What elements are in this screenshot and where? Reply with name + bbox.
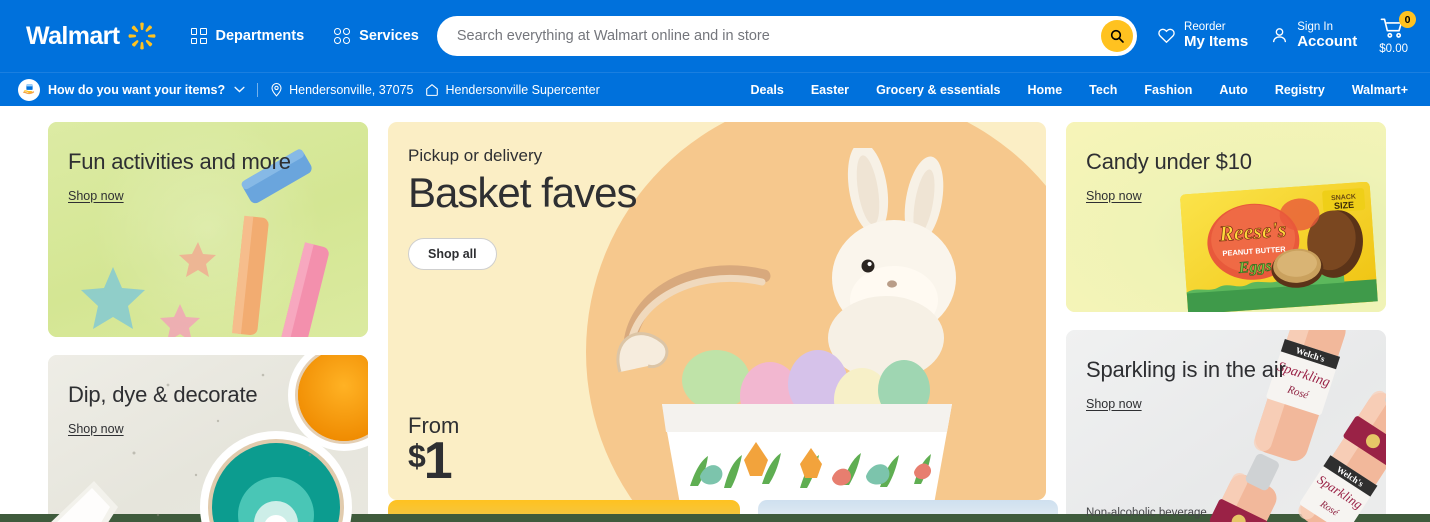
left-column: Fun activities and more Shop now Dip, dy… <box>48 122 368 522</box>
sub-nav: How do you want your items? Hendersonvil… <box>0 72 1430 106</box>
nav-services-label: Services <box>359 28 419 44</box>
nav-departments[interactable]: Departments <box>190 28 305 44</box>
hero-banner-basket-faves[interactable]: Pickup or delivery Basket faves Shop all… <box>388 122 1046 500</box>
site-header: Walmart Departments Services Search ever… <box>0 0 1430 72</box>
search-submit-button[interactable] <box>1101 20 1134 52</box>
sparkling-shop-now-link[interactable]: Shop now <box>1086 397 1142 411</box>
hero-price: $ 1 <box>408 431 459 490</box>
sparkling-disclaimer: Non-alcoholic beverage <box>1086 507 1207 520</box>
brand-wordmark: Walmart <box>26 21 120 50</box>
svg-text:Reese's: Reese's <box>1217 216 1287 246</box>
hero-price-currency: $ <box>408 437 426 474</box>
card-sparkling-is-in-the-air[interactable]: Welch's Sparkling Rosé Welch's Sparkling… <box>1066 330 1386 522</box>
search-bar[interactable] <box>436 16 1138 56</box>
location-selector[interactable]: Hendersonville, 37075 <box>270 82 413 97</box>
peek-card-yellow[interactable] <box>388 500 740 514</box>
main-content: Fun activities and more Shop now Dip, dy… <box>0 106 1430 522</box>
account-button[interactable]: Sign In Account <box>1270 21 1357 51</box>
next-row-peek <box>388 500 1386 514</box>
location-label: Hendersonville, 37075 <box>289 82 414 97</box>
hero-eyebrow: Pickup or delivery <box>408 146 543 165</box>
fun-activities-title: Fun activities and more <box>68 149 291 174</box>
nav-divider <box>257 82 259 97</box>
card-dip-dye-decorate[interactable]: Dip, dye & decorate Shop now <box>48 355 368 522</box>
card-candy-under-10[interactable]: SNACK SIZE Reese's PEANUT BUTTER Eggs Ca… <box>1066 122 1386 312</box>
dip-dye-title: Dip, dye & decorate <box>68 382 258 407</box>
nav-departments-label: Departments <box>215 28 305 44</box>
category-auto[interactable]: Auto <box>1219 83 1247 97</box>
category-easter[interactable]: Easter <box>811 83 849 97</box>
header-nav: Departments Services <box>190 28 419 44</box>
peek-card-blue[interactable] <box>758 500 1058 514</box>
category-tech[interactable]: Tech <box>1089 83 1117 97</box>
store-label: Hendersonville Supercenter <box>445 82 600 97</box>
search-icon <box>1109 28 1125 44</box>
fulfillment-selector[interactable]: How do you want your items? <box>18 78 245 101</box>
account-main-label: Account <box>1297 33 1358 51</box>
hand-package-icon <box>18 78 40 101</box>
category-deals[interactable]: Deals <box>750 83 783 97</box>
category-nav: Deals Easter Grocery & essentials Home T… <box>750 83 1408 97</box>
hero-price-value: 1 <box>423 431 453 490</box>
cart-total-label: $0.00 <box>1379 43 1408 55</box>
sparkling-title: Sparkling is in the air <box>1086 357 1286 382</box>
cart-button[interactable]: 0 $0.00 <box>1379 11 1416 55</box>
store-icon <box>425 83 439 97</box>
cart-count-badge: 0 <box>1399 11 1416 28</box>
candy-title: Candy under $10 <box>1086 149 1252 174</box>
hero-shop-all-button[interactable]: Shop all <box>408 238 497 271</box>
category-registry[interactable]: Registry <box>1275 83 1325 97</box>
pin-icon <box>270 82 283 97</box>
my-items-button[interactable]: Reorder My Items <box>1157 21 1248 51</box>
walmart-logo[interactable]: Walmart <box>26 21 157 51</box>
heart-icon <box>1157 26 1176 45</box>
walmart-spark-icon <box>127 21 157 51</box>
svg-text:Eggs: Eggs <box>1237 258 1272 277</box>
hero-title: Basket faves <box>408 169 637 216</box>
grid-circles-icon <box>334 28 351 44</box>
right-column: SNACK SIZE Reese's PEANUT BUTTER Eggs Ca… <box>1066 122 1386 522</box>
card-fun-activities[interactable]: Fun activities and more Shop now <box>48 122 368 337</box>
category-home[interactable]: Home <box>1027 83 1062 97</box>
fulfillment-label: How do you want your items? <box>48 82 226 97</box>
category-grocery-essentials[interactable]: Grocery & essentials <box>876 83 1000 97</box>
fun-activities-shop-now-link[interactable]: Shop now <box>68 189 124 203</box>
header-actions: Reorder My Items Sign In Account 0 $0.00 <box>1157 11 1416 55</box>
search-input[interactable] <box>456 28 1102 44</box>
nav-services[interactable]: Services <box>334 28 419 44</box>
category-walmart-plus[interactable]: Walmart+ <box>1352 83 1408 97</box>
hero-price-block: From $ 1 <box>408 414 459 490</box>
person-icon <box>1270 26 1289 45</box>
grid-squares-icon <box>190 28 207 44</box>
easter-basket-illustration <box>616 265 952 500</box>
category-fashion[interactable]: Fashion <box>1144 83 1192 97</box>
chevron-down-icon <box>234 86 245 93</box>
my-items-main-label: My Items <box>1184 33 1249 51</box>
center-column: Pickup or delivery Basket faves Shop all… <box>388 122 1046 522</box>
store-selector[interactable]: Hendersonville Supercenter <box>425 82 600 97</box>
candy-shop-now-link[interactable]: Shop now <box>1086 189 1142 203</box>
dip-dye-shop-now-link[interactable]: Shop now <box>68 422 124 436</box>
